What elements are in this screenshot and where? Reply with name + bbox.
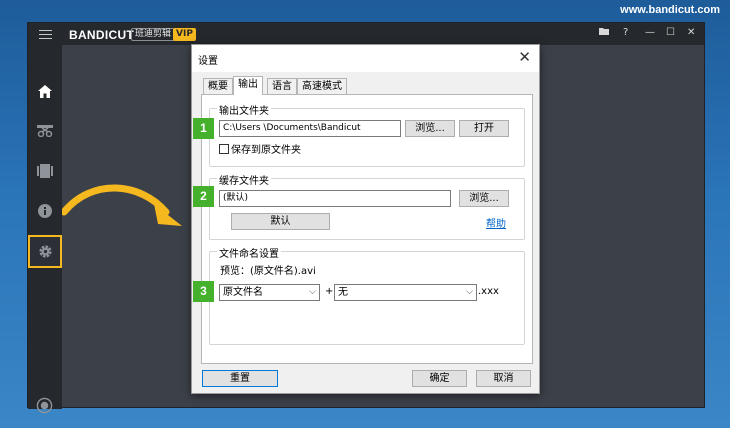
- output-open-button[interactable]: 打开: [459, 120, 509, 137]
- file-naming-group: 文件命名设置 预览：(原文件名).avi 原文件名 ⌵ + 无 ⌵ .xxx: [209, 245, 525, 345]
- tab-highspeed[interactable]: 高速模式: [297, 78, 347, 94]
- naming-select-1[interactable]: 原文件名 ⌵: [219, 284, 320, 301]
- brand-logo: BANDICUT: [69, 28, 135, 42]
- yellow-arrow-icon: [62, 184, 182, 226]
- watermark: www.bandicut.com: [620, 4, 720, 16]
- chevron-down-icon: ⌵: [309, 287, 316, 297]
- settings-button[interactable]: [28, 235, 62, 268]
- tab-language[interactable]: 语言: [267, 78, 297, 94]
- cancel-button[interactable]: 取消: [476, 370, 531, 387]
- output-folder-label: 输出文件夹: [217, 102, 271, 117]
- help-link[interactable]: 帮助: [486, 215, 506, 230]
- cache-path-field[interactable]: (默认): [219, 190, 451, 207]
- title-bar: BANDICUT 班迪剪辑 VIP ? — ☐ ✕: [28, 23, 704, 45]
- dialog-close-icon[interactable]: ✕: [518, 48, 531, 66]
- checkbox-box[interactable]: [219, 144, 229, 154]
- naming-select-2[interactable]: 无 ⌵: [334, 284, 477, 301]
- hamburger-menu-icon[interactable]: [39, 30, 52, 39]
- output-path-field[interactable]: C:\Users \Documents\Bandicut: [219, 120, 401, 137]
- settings-dialog: 设置 ✕ 概要 输出 语言 高速模式 输出文件夹 C:\Users \Docum…: [191, 44, 540, 394]
- step-badge-1: 1: [193, 118, 214, 139]
- preview-value: (原文件名).avi: [250, 266, 316, 277]
- maximize-icon[interactable]: ☐: [666, 27, 675, 39]
- plus-sign: +: [325, 286, 334, 297]
- cache-folder-label: 缓存文件夹: [217, 172, 271, 187]
- sidebar: [28, 45, 62, 414]
- vip-badge: VIP: [173, 28, 196, 41]
- info-icon[interactable]: [28, 195, 62, 227]
- output-browse-button[interactable]: 浏览...: [405, 120, 455, 137]
- save-to-original-checkbox[interactable]: 保存到原文件夹: [219, 144, 301, 157]
- cache-default-button[interactable]: 默认: [231, 213, 330, 230]
- close-icon[interactable]: ✕: [687, 27, 695, 39]
- reset-button[interactable]: 重置: [202, 370, 278, 387]
- film-icon[interactable]: [28, 155, 62, 187]
- step-badge-2: 2: [193, 186, 214, 207]
- ok-button[interactable]: 确定: [412, 370, 467, 387]
- record-icon[interactable]: [36, 397, 53, 417]
- save-to-original-label: 保存到原文件夹: [231, 145, 301, 156]
- home-icon[interactable]: [28, 75, 62, 107]
- tab-output[interactable]: 输出: [233, 76, 263, 95]
- help-icon[interactable]: ?: [623, 27, 628, 39]
- minimize-icon[interactable]: —: [645, 27, 655, 39]
- step-badge-3: 3: [193, 281, 214, 302]
- cache-folder-group: 缓存文件夹 (默认) 浏览... 默认 帮助: [209, 172, 525, 240]
- dialog-title-bar: 设置 ✕: [192, 45, 539, 72]
- cut-icon[interactable]: [28, 115, 62, 147]
- brand-cn-label: 班迪剪辑: [131, 28, 176, 41]
- output-folder-group: 输出文件夹 C:\Users \Documents\Bandicut 浏览...…: [209, 102, 525, 167]
- file-naming-label: 文件命名设置: [217, 245, 281, 260]
- tab-general[interactable]: 概要: [203, 78, 233, 94]
- cache-browse-button[interactable]: 浏览...: [459, 190, 509, 207]
- chevron-down-icon: ⌵: [466, 287, 473, 297]
- gear-icon: [38, 244, 53, 262]
- tab-panel-output: 输出文件夹 C:\Users \Documents\Bandicut 浏览...…: [201, 94, 533, 364]
- preview-label: 预览：(原文件名).avi: [220, 266, 316, 277]
- folder-icon[interactable]: [599, 27, 609, 39]
- extension-suffix: .xxx: [478, 286, 499, 297]
- dialog-title: 设置: [198, 56, 218, 67]
